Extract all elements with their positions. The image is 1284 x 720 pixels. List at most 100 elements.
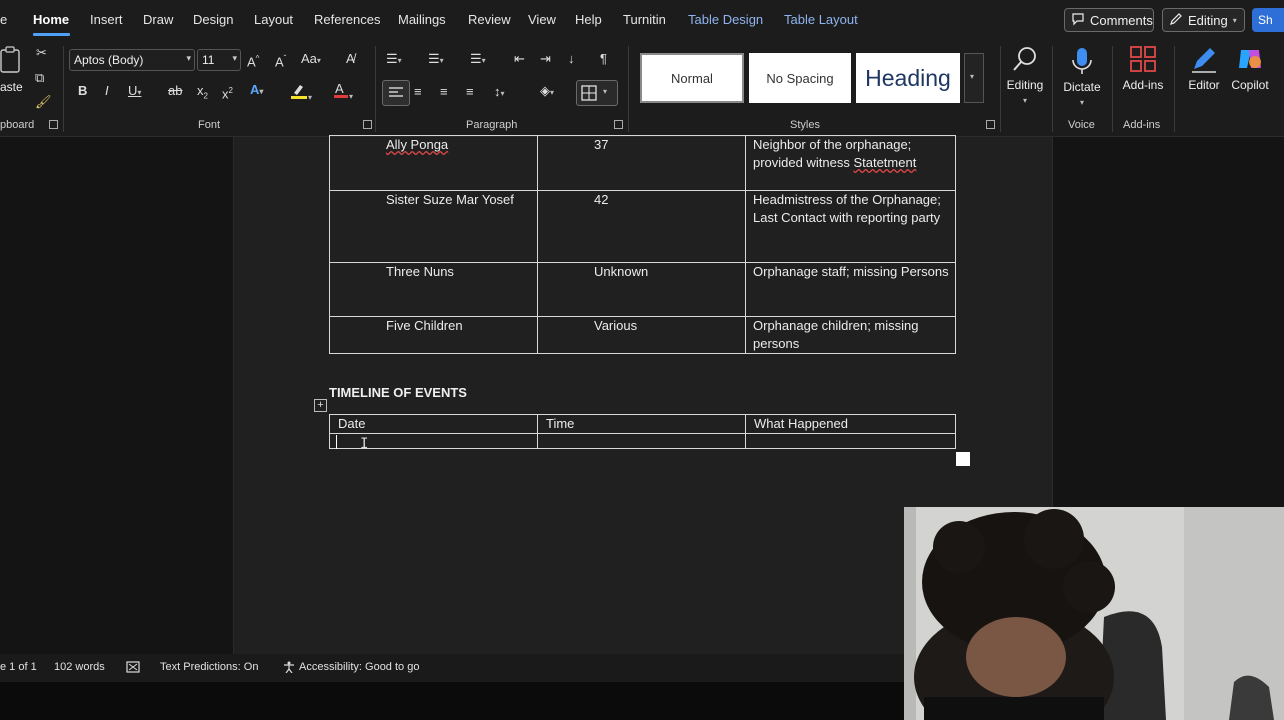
decrease-indent-icon[interactable]: ⇤ — [514, 51, 525, 67]
person-name-cell[interactable]: Ally Ponga — [329, 135, 538, 191]
sort-icon[interactable]: ↓ — [568, 51, 575, 67]
pencil-icon — [1169, 12, 1183, 29]
table-resize-handle[interactable] — [956, 452, 970, 466]
highlight-color-icon[interactable]: ▾ — [290, 82, 312, 106]
grow-font-icon[interactable]: A^ — [247, 51, 259, 70]
person-age-cell[interactable]: Various — [537, 316, 746, 354]
paste-label: aste — [0, 80, 23, 94]
tab-mailings[interactable]: Mailings — [398, 12, 446, 27]
cut-icon[interactable]: ✂ — [36, 45, 47, 61]
person-description-cell[interactable]: Headmistress of the Orphanage; Last Cont… — [745, 190, 956, 263]
font-name-value: Aptos (Body) — [74, 53, 144, 67]
bold-icon[interactable]: B — [78, 83, 87, 99]
align-center-icon[interactable]: ≡ — [414, 84, 422, 100]
tab-insert[interactable]: Insert — [90, 12, 123, 27]
show-formatting-marks-icon[interactable]: ¶ — [600, 51, 607, 67]
table-row: Three Nuns Unknown Orphanage staff; miss… — [329, 262, 956, 317]
copilot-label: Copilot — [1231, 78, 1269, 92]
tab-turnitin[interactable]: Turnitin — [623, 12, 666, 27]
change-case-icon[interactable]: Aa▾ — [301, 51, 321, 69]
paragraph-group-label: Paragraph — [466, 119, 518, 131]
microphone-icon — [1072, 48, 1092, 74]
italic-icon[interactable]: I — [105, 83, 109, 99]
text-predictions-status[interactable]: Text Predictions: On — [160, 661, 258, 673]
font-color-icon[interactable]: A ▾ — [333, 81, 353, 105]
person-description-cell[interactable]: Neighbor of the orphanage; provided witn… — [745, 135, 956, 191]
font-size-dropdown[interactable]: 11 ▾ — [197, 49, 241, 71]
person-description-cell[interactable]: Orphanage staff; missing Persons — [745, 262, 956, 317]
font-name-dropdown[interactable]: Aptos (Body) ▾ — [69, 49, 195, 71]
paste-button[interactable]: aste — [0, 46, 26, 106]
editor-button[interactable]: Editor — [1182, 44, 1226, 92]
style-heading-label: Heading — [865, 64, 951, 91]
proofing-icon[interactable] — [126, 661, 140, 676]
bullets-icon[interactable]: ☰▾ — [386, 51, 402, 69]
dictate-label: Dictate — [1063, 80, 1101, 94]
share-button[interactable]: Sh — [1252, 8, 1284, 32]
copilot-button[interactable]: Copilot — [1228, 44, 1272, 92]
column-header-what-happened[interactable]: What Happened — [745, 414, 956, 434]
accessibility-status[interactable]: Accessibility: Good to go — [299, 661, 419, 673]
borders-button[interactable]: ▾ — [576, 80, 618, 106]
person-description-cell[interactable]: Orphanage children; missing persons — [745, 316, 956, 354]
increase-indent-icon[interactable]: ⇥ — [540, 51, 551, 67]
person-name-cell[interactable]: Sister Suze Mar Yosef — [329, 190, 538, 263]
multilevel-list-icon[interactable]: ☰▾ — [470, 51, 486, 69]
tab-layout[interactable]: Layout — [254, 12, 293, 27]
numbering-icon[interactable]: ☰▾ — [428, 51, 444, 69]
style-normal[interactable]: Normal — [640, 53, 744, 103]
tab-references[interactable]: References — [314, 12, 380, 27]
paragraph-launcher-icon[interactable] — [614, 120, 623, 129]
font-launcher-icon[interactable] — [363, 120, 372, 129]
style-heading[interactable]: Heading — [856, 53, 960, 103]
person-name-cell[interactable]: Five Children — [329, 316, 538, 354]
subscript-icon[interactable]: x2 — [197, 83, 208, 105]
align-left-button[interactable] — [382, 80, 410, 106]
line-spacing-icon[interactable]: ↕▾ — [494, 84, 505, 102]
tab-file[interactable]: e — [0, 12, 7, 27]
copy-icon[interactable]: ⧉ — [35, 70, 44, 86]
clear-formatting-icon[interactable]: A̸ — [346, 51, 355, 67]
word-count[interactable]: 102 words — [54, 661, 105, 673]
comments-button[interactable]: Comments — [1064, 8, 1154, 32]
superscript-icon[interactable]: x2 — [222, 83, 233, 102]
editing-button[interactable]: Editing ▾ — [1004, 44, 1046, 106]
column-header-time[interactable]: Time — [537, 414, 746, 434]
tab-view[interactable]: View — [528, 12, 556, 27]
person-age-cell[interactable]: 37 — [537, 135, 746, 191]
tab-draw[interactable]: Draw — [143, 12, 173, 27]
editor-label: Editor — [1188, 78, 1220, 92]
time-cell[interactable] — [537, 433, 746, 449]
persons-table: Ally Ponga 37 Neighbor of the orphanage;… — [329, 135, 956, 354]
editing-mode-button[interactable]: Editing ▾ — [1162, 8, 1245, 32]
clipboard-launcher-icon[interactable] — [49, 120, 58, 129]
format-painter-icon[interactable]: 🖌 — [35, 94, 52, 110]
shading-icon[interactable]: ◈▾ — [540, 83, 554, 101]
tab-table-design[interactable]: Table Design — [688, 12, 763, 27]
person-name-cell[interactable]: Three Nuns — [329, 262, 538, 317]
tab-review[interactable]: Review — [468, 12, 511, 27]
add-ins-button[interactable]: Add-ins — [1118, 44, 1168, 92]
style-no-spacing[interactable]: No Spacing — [749, 53, 851, 103]
voice-group-label: Voice — [1068, 119, 1095, 131]
strikethrough-icon[interactable]: ab — [168, 83, 182, 99]
styles-launcher-icon[interactable] — [986, 120, 995, 129]
underline-icon[interactable]: U▾ — [128, 83, 141, 101]
tab-help[interactable]: Help — [575, 12, 602, 27]
tab-table-layout[interactable]: Table Layout — [784, 12, 858, 27]
dictate-button[interactable]: Dictate ▾ — [1058, 44, 1106, 108]
person-age-cell[interactable]: Unknown — [537, 262, 746, 317]
text-effects-icon[interactable]: A▾ — [250, 82, 263, 100]
tab-home[interactable]: Home — [33, 12, 69, 27]
align-right-icon[interactable]: ≡ — [440, 84, 448, 100]
person-age-cell[interactable]: 42 — [537, 190, 746, 263]
what-happened-cell[interactable] — [745, 433, 956, 449]
justify-icon[interactable]: ≡ — [466, 84, 474, 100]
page-count[interactable]: e 1 of 1 — [0, 661, 37, 673]
chevron-down-icon: ▾ — [603, 87, 608, 96]
tab-design[interactable]: Design — [193, 12, 233, 27]
column-header-date[interactable]: Date — [329, 414, 538, 434]
styles-gallery-more-button[interactable]: ▾ — [964, 53, 984, 103]
table-move-handle-icon[interactable]: + — [314, 399, 327, 412]
shrink-font-icon[interactable]: Aˇ — [275, 51, 286, 70]
